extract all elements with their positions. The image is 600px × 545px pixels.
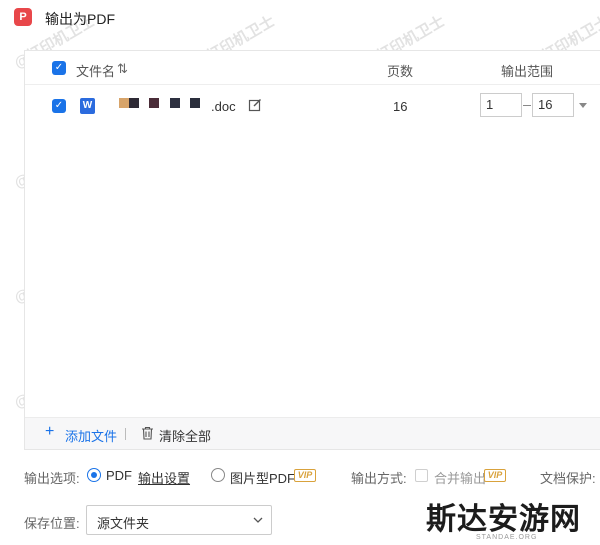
vip-badge: VIP (294, 469, 316, 482)
page-count: 16 (393, 99, 408, 114)
row-checkbox[interactable]: ✓ (52, 99, 66, 113)
file-name: .doc (211, 99, 236, 114)
trash-icon[interactable] (141, 426, 154, 440)
column-header-pages: 页数 (387, 64, 414, 79)
chevron-down-icon (253, 517, 263, 523)
image-pdf-radio-label[interactable]: 图片型PDF (230, 468, 295, 487)
table-row: ✓ W .doc 16 1 16 (25, 89, 600, 123)
range-separator (523, 105, 531, 106)
range-dropdown-icon[interactable] (579, 103, 587, 108)
table-header: ✓ 文件名 ⇅ 页数 输出范围 (25, 51, 600, 85)
app-logo-icon: P (14, 8, 32, 26)
word-document-icon: W (80, 98, 95, 114)
sort-icon[interactable]: ⇅ (117, 61, 128, 77)
save-location-select[interactable]: 源文件夹 (86, 505, 272, 535)
save-location-value: 源文件夹 (97, 516, 150, 531)
site-watermark-logo: 斯达安游网 (426, 502, 581, 537)
merge-output-checkbox[interactable] (415, 469, 428, 482)
pdf-radio-label[interactable]: PDF (106, 468, 132, 483)
edit-icon[interactable] (248, 98, 262, 112)
add-icon[interactable]: + (45, 423, 54, 441)
merge-output-label[interactable]: 合并输出 (434, 468, 486, 487)
file-list-panel: ✓ 文件名 ⇅ 页数 输出范围 ✓ W .doc 16 1 16 + 添加文件 (24, 50, 600, 450)
column-header-filename[interactable]: 文件名 (76, 61, 115, 80)
site-watermark-subtitle: STANDAE.ORG (476, 534, 538, 541)
select-all-checkbox[interactable]: ✓ (52, 61, 66, 75)
range-end-input[interactable]: 16 (532, 93, 574, 117)
vip-badge: VIP (484, 469, 506, 482)
panel-footer: + 添加文件 清除全部 (25, 417, 600, 449)
output-options-label: 输出选项: (24, 471, 80, 486)
output-mode-label: 输出方式: (351, 471, 407, 486)
save-location-label: 保存位置: (24, 516, 80, 531)
range-start-input[interactable]: 1 (480, 93, 522, 117)
window-title: 输出为PDF (45, 11, 115, 27)
add-file-button[interactable]: 添加文件 (65, 426, 117, 445)
pdf-radio[interactable] (87, 468, 101, 482)
image-pdf-radio[interactable] (211, 468, 225, 482)
document-protection-label: 文档保护: (540, 471, 596, 486)
clear-all-button[interactable]: 清除全部 (159, 426, 211, 445)
column-header-range: 输出范围 (501, 64, 554, 79)
footer-divider (125, 428, 126, 440)
output-settings-link[interactable]: 输出设置 (138, 468, 190, 487)
